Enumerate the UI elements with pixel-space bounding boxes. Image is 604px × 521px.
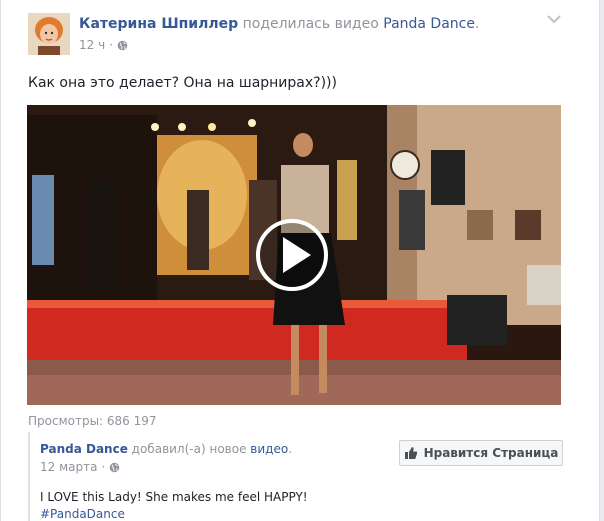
share-action-text: поделилась видео: [242, 16, 379, 32]
thumbs-up-icon: [404, 447, 417, 459]
like-page-label: Нравится Страница: [423, 446, 559, 460]
shared-date[interactable]: 12 марта: [40, 460, 97, 474]
shared-from-link[interactable]: Panda Dance: [383, 16, 475, 32]
post-header: Катерина Шпиллер поделилась видео Panda …: [1, 0, 601, 70]
avatar-image: [28, 13, 70, 55]
period: .: [474, 16, 480, 32]
video-player[interactable]: [27, 105, 561, 405]
author-line: Катерина Шпиллер поделилась видео Panda …: [79, 16, 479, 32]
chevron-down-icon[interactable]: [547, 14, 561, 24]
shared-added-text: добавил(-а) новое: [131, 442, 247, 456]
shared-page-name[interactable]: Panda Dance: [40, 442, 128, 456]
hashtag-link[interactable]: #PandaDance: [40, 507, 125, 521]
shared-description: I LOVE this Lady! She makes me feel HAPP…: [40, 490, 308, 504]
feed-post: Катерина Шпиллер поделилась видео Panda …: [0, 0, 600, 521]
post-meta: 12 ч ·: [79, 38, 128, 52]
post-text: Как она это делает? Она на шарнирах?))): [28, 75, 337, 91]
meta-separator: ·: [101, 460, 106, 474]
globe-icon[interactable]: [109, 462, 120, 473]
shared-attachment: Panda Dance добавил(-а) новое видео. 12 …: [28, 432, 575, 521]
globe-icon[interactable]: [117, 40, 128, 51]
author-name[interactable]: Катерина Шпиллер: [79, 16, 238, 32]
shared-video-link[interactable]: видео: [250, 442, 288, 456]
meta-separator: ·: [109, 38, 114, 52]
post-time[interactable]: 12 ч: [79, 38, 105, 52]
author-avatar[interactable]: [28, 13, 70, 55]
shared-meta: 12 марта ·: [40, 460, 120, 474]
shared-header: Panda Dance добавил(-а) новое видео.: [40, 442, 292, 456]
view-count: Просмотры: 686 197: [28, 414, 157, 428]
like-page-button[interactable]: Нравится Страница: [399, 440, 563, 466]
period: .: [288, 442, 293, 456]
video-thumbnail: [27, 105, 561, 405]
